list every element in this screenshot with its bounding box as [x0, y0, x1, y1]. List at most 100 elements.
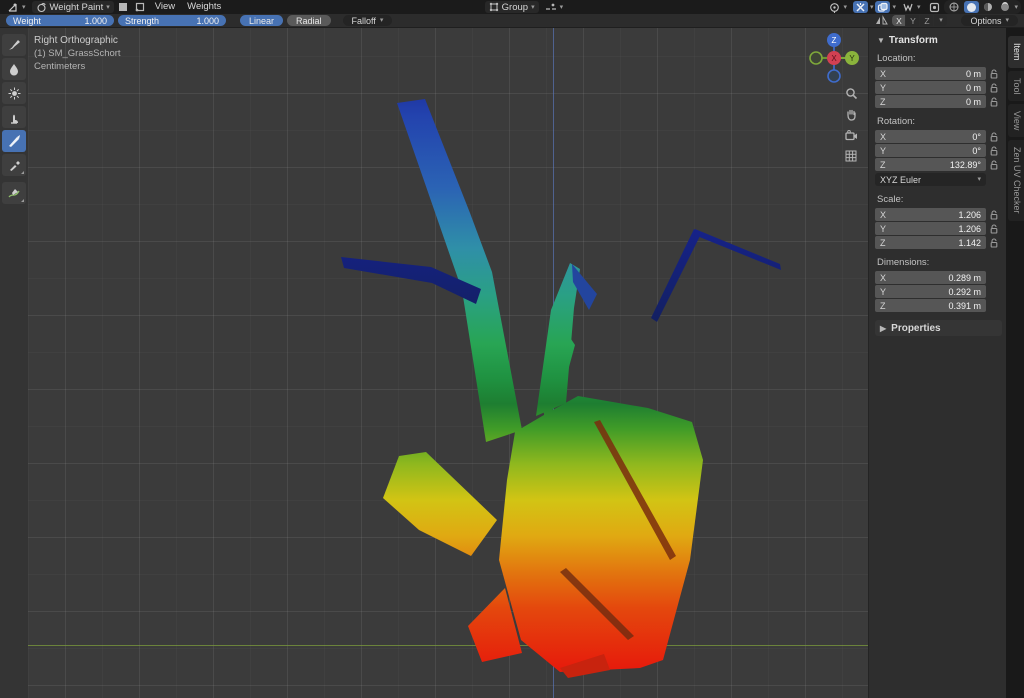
location-x-lock[interactable]: [986, 69, 1002, 79]
rotation-x-lock[interactable]: [986, 132, 1002, 142]
strength-label: Strength: [125, 16, 159, 26]
snap-increment-icon: [545, 2, 557, 12]
navigation-gizmo[interactable]: Z Y X: [806, 29, 862, 85]
rendered-sphere-icon: [1000, 2, 1010, 12]
proportional-settings-dropdown[interactable]: ▾: [892, 4, 896, 11]
falloff-dropdown[interactable]: Falloff ▾: [343, 15, 393, 26]
rotation-label: Rotation:: [875, 114, 1002, 130]
tool-annotate[interactable]: [2, 182, 26, 204]
scale-z-row: Z 1.142: [875, 236, 1002, 249]
scale-x-field[interactable]: X 1.206: [875, 208, 986, 221]
camera-view-button[interactable]: [842, 126, 860, 144]
chevron-down-icon: ▾: [977, 176, 981, 183]
properties-panel-header[interactable]: ▶ Properties: [875, 320, 1002, 336]
menu-view[interactable]: View: [150, 1, 180, 13]
options-dropdown[interactable]: Options ▾: [961, 15, 1018, 26]
viewport-3d[interactable]: Right Orthographic (1) SM_GrassSchort Ce…: [0, 28, 1024, 698]
unlock-icon: [990, 160, 998, 170]
location-x-field[interactable]: X 0 m: [875, 67, 986, 80]
scale-z-field[interactable]: Z 1.142: [875, 236, 986, 249]
editor-type-dropdown[interactable]: ▾: [3, 1, 30, 13]
tab-tool[interactable]: Tool: [1008, 71, 1024, 102]
overlays-toggle[interactable]: [927, 1, 942, 13]
material-sphere-icon: [983, 2, 993, 12]
gizmos-dropdown[interactable]: ▾: [898, 1, 925, 13]
shading-dropdown[interactable]: ▾: [1015, 4, 1019, 11]
dimensions-x-field[interactable]: X 0.289 m: [875, 271, 986, 284]
scale-y-field[interactable]: Y 1.206: [875, 222, 986, 235]
mirror-settings-dropdown[interactable]: ▾: [934, 15, 947, 26]
gizmo-z-negative[interactable]: [828, 70, 840, 82]
scale-z-lock[interactable]: [986, 238, 1002, 248]
rotation-y-lock[interactable]: [986, 146, 1002, 156]
tool-blur[interactable]: [2, 58, 26, 80]
collapse-arrow-icon: ▶: [880, 324, 886, 333]
perspective-toggle-button[interactable]: [842, 147, 860, 165]
unlock-icon: [990, 132, 998, 142]
paint-mask-toggle[interactable]: [116, 1, 131, 13]
menu-weights[interactable]: Weights: [182, 1, 226, 13]
rotation-y-field[interactable]: Y 0°: [875, 144, 986, 157]
shading-solid-button[interactable]: [964, 1, 979, 13]
dimensions-y-field[interactable]: Y 0.292 m: [875, 285, 986, 298]
tool-draw[interactable]: [2, 34, 26, 56]
vertex-mask-icon: [135, 2, 145, 12]
mode-label: Weight Paint: [50, 2, 104, 13]
chevron-down-icon: ▾: [380, 17, 384, 24]
mirror-y-toggle[interactable]: Y: [906, 15, 919, 26]
dimensions-z-row: Z 0.391 m: [875, 299, 1002, 312]
proportional-editing-toggle[interactable]: [875, 1, 890, 13]
shading-rendered-button[interactable]: [998, 1, 1013, 13]
mirror-z-toggle[interactable]: Z: [920, 15, 933, 26]
rotation-y-row: Y 0°: [875, 144, 1002, 157]
rotation-z-lock[interactable]: [986, 160, 1002, 170]
mirror-x-toggle[interactable]: X: [892, 15, 905, 26]
tool-sample-weight[interactable]: [2, 154, 26, 176]
tab-view[interactable]: View: [1008, 104, 1024, 137]
location-y-field[interactable]: Y 0 m: [875, 81, 986, 94]
magnifier-icon: [845, 87, 858, 100]
vertex-group-dropdown[interactable]: Group ▾: [485, 1, 539, 13]
scale-y-row: Y 1.206: [875, 222, 1002, 235]
pan-button[interactable]: [842, 105, 860, 123]
snap-settings-dropdown[interactable]: ▾: [870, 4, 874, 11]
rotation-z-field[interactable]: Z 132.89°: [875, 158, 986, 171]
tool-average[interactable]: [2, 82, 26, 104]
wireframe-sphere-icon: [949, 2, 959, 12]
scale-x-lock[interactable]: [986, 210, 1002, 220]
tool-gradient[interactable]: [2, 130, 26, 152]
transform-panel-header[interactable]: ▼ Transform: [875, 32, 1002, 51]
shading-wireframe-button[interactable]: [947, 1, 962, 13]
mode-dropdown[interactable]: Weight Paint ▾: [32, 1, 114, 13]
rotation-x-field[interactable]: X 0°: [875, 130, 986, 143]
tab-zen-uv-checker[interactable]: Zen UV Checker: [1008, 140, 1024, 221]
chevron-down-icon: ▾: [531, 4, 535, 11]
location-z-lock[interactable]: [986, 97, 1002, 107]
gizmo-y-negative[interactable]: [810, 52, 822, 64]
scale-y-lock[interactable]: [986, 224, 1002, 234]
unlock-icon: [990, 146, 998, 156]
subtool-indicator: [21, 171, 24, 174]
location-y-lock[interactable]: [986, 83, 1002, 93]
gradient-linear-button[interactable]: Linear: [240, 15, 283, 26]
strength-slider[interactable]: Strength 1.000: [118, 15, 226, 26]
chevron-down-icon: ▾: [917, 4, 921, 11]
weight-slider[interactable]: Weight 1.000: [6, 15, 114, 26]
tab-item[interactable]: Item: [1008, 36, 1024, 68]
tool-smear[interactable]: [2, 106, 26, 128]
grid-icon: [845, 150, 857, 162]
dimensions-x-row: X 0.289 m: [875, 271, 1002, 284]
rotation-mode-dropdown[interactable]: XYZ Euler ▾: [875, 173, 986, 186]
shading-material-button[interactable]: [981, 1, 996, 13]
vertex-mask-toggle[interactable]: [133, 1, 148, 13]
gradient-radial-button[interactable]: Radial: [287, 15, 331, 26]
editor-3d-viewport-icon: [7, 2, 19, 13]
pivot-point-dropdown[interactable]: ▾: [825, 1, 851, 13]
droplet-icon: [8, 63, 20, 76]
zoom-button[interactable]: [842, 84, 860, 102]
shading-mode-group: ▾: [944, 0, 1022, 14]
snap-toggle[interactable]: [853, 1, 868, 13]
snap-target-dropdown[interactable]: ▾: [541, 1, 568, 13]
dimensions-z-field[interactable]: Z 0.391 m: [875, 299, 986, 312]
location-z-field[interactable]: Z 0 m: [875, 95, 986, 108]
